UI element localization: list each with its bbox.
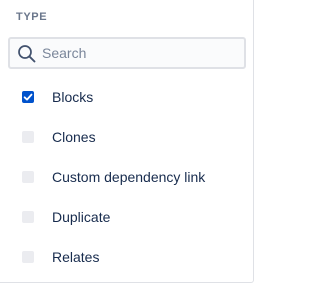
search-box[interactable] xyxy=(8,37,246,69)
checkbox-blocks[interactable] xyxy=(22,91,34,103)
checkbox-clones[interactable] xyxy=(22,131,34,143)
search-icon xyxy=(17,44,37,64)
option-blocks[interactable]: Blocks xyxy=(0,77,254,117)
checkbox-custom-dependency-link[interactable] xyxy=(22,171,34,183)
option-label: Blocks xyxy=(52,89,94,105)
option-duplicate[interactable]: Duplicate xyxy=(0,197,254,237)
checkbox-relates[interactable] xyxy=(22,251,34,263)
option-label: Clones xyxy=(52,129,96,145)
section-title: TYPE xyxy=(16,11,48,23)
option-label: Relates xyxy=(52,249,100,265)
search-input[interactable] xyxy=(42,39,238,67)
checkbox-duplicate[interactable] xyxy=(22,211,34,223)
option-label: Custom dependency link xyxy=(52,169,206,185)
option-custom-dependency-link[interactable]: Custom dependency link xyxy=(0,157,254,197)
option-clones[interactable]: Clones xyxy=(0,117,254,157)
checkmark-icon xyxy=(23,93,33,101)
option-relates[interactable]: Relates xyxy=(0,237,254,277)
type-filter-panel: TYPE Blocks Clones Custom dependency lin… xyxy=(0,0,254,283)
option-label: Duplicate xyxy=(52,209,111,225)
